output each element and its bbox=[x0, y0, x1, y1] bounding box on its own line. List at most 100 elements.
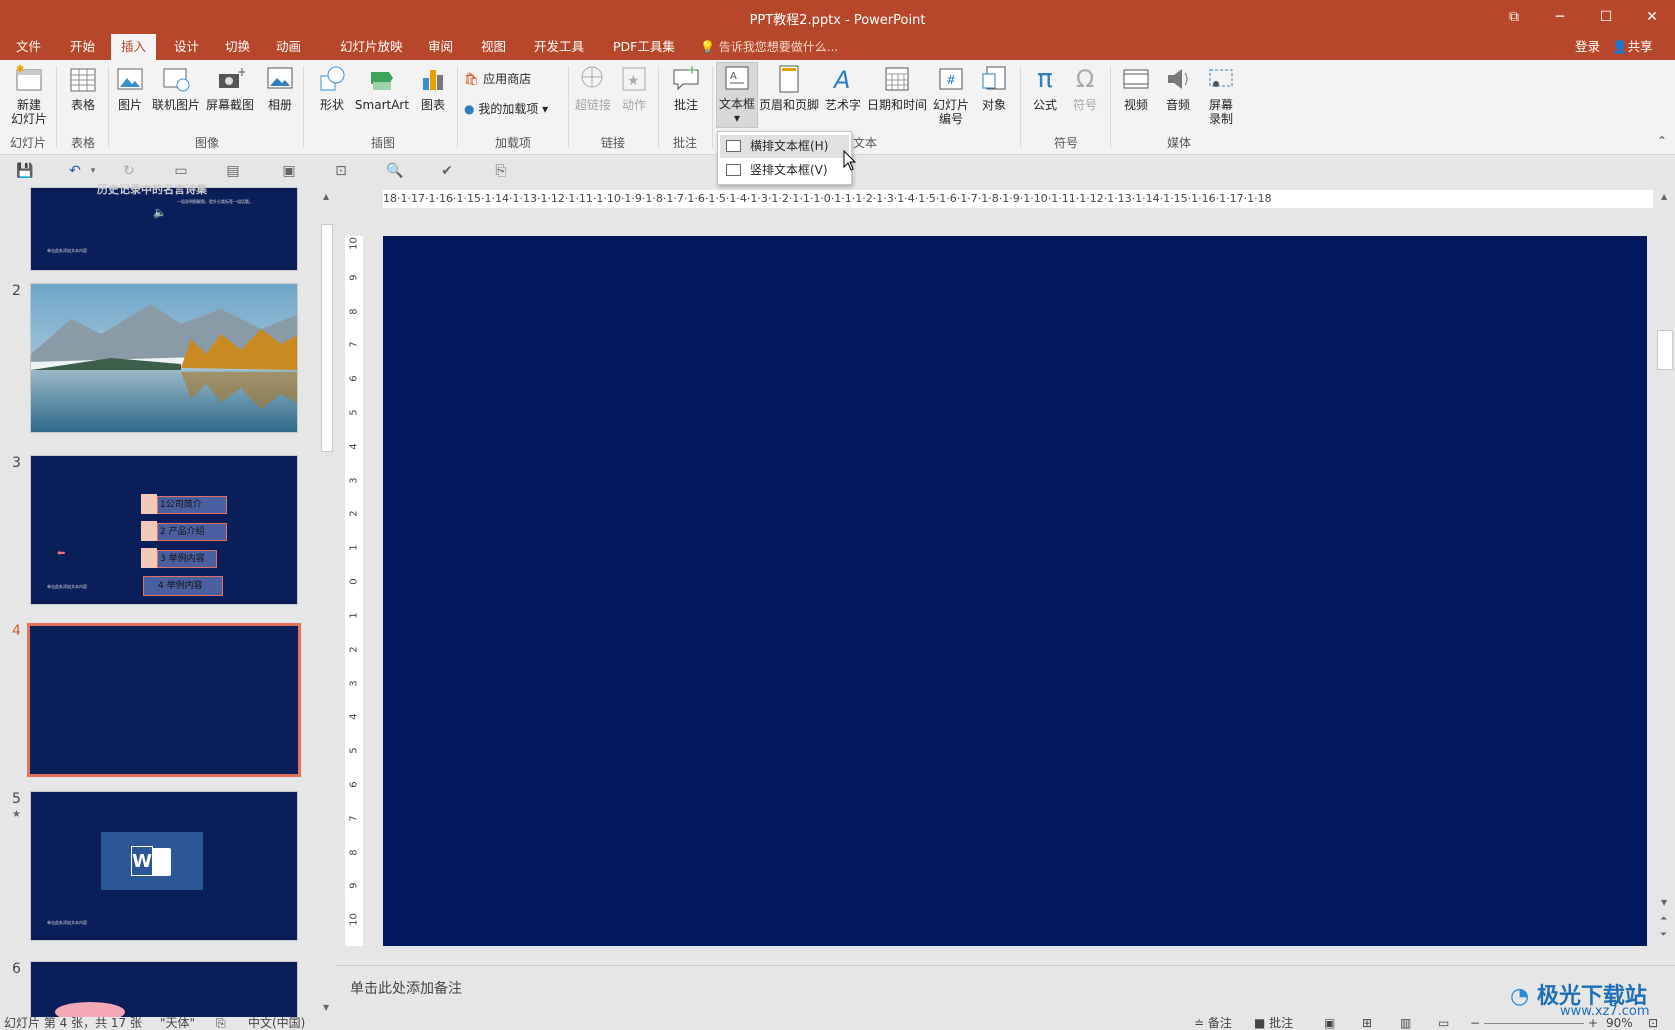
chevron-down-icon[interactable]: ▾ bbox=[84, 163, 102, 179]
comments-toggle[interactable]: ■ 批注 bbox=[1254, 1017, 1293, 1030]
tab-home[interactable]: 开始 bbox=[60, 34, 105, 60]
check-icon[interactable]: ✔ bbox=[438, 163, 456, 179]
textbox-label: 文本框 bbox=[718, 97, 755, 111]
landscape-image bbox=[31, 284, 297, 432]
tab-pdf-tools[interactable]: PDF工具集 bbox=[603, 34, 685, 60]
close-button[interactable]: ✕ bbox=[1629, 0, 1675, 34]
svg-text:✱: ✱ bbox=[16, 64, 24, 75]
album-button[interactable]: 相册 bbox=[262, 64, 298, 112]
slide-thumbnail-5[interactable]: W 单击此处添加文本内容 bbox=[30, 791, 298, 941]
equation-button[interactable]: π 公式 bbox=[1026, 64, 1064, 112]
ruler-tick-label: 8 bbox=[348, 848, 360, 856]
audio-button[interactable]: 音频 bbox=[1158, 64, 1198, 112]
slide-number: 3 bbox=[12, 455, 21, 471]
shapes-button[interactable]: 形状 bbox=[314, 64, 350, 112]
notes-toggle[interactable]: ≐ 备注 bbox=[1194, 1017, 1232, 1030]
comments-label: 批注 bbox=[1269, 1017, 1294, 1030]
header-footer-label: 页眉和页脚 bbox=[758, 98, 819, 112]
tab-view[interactable]: 视图 bbox=[471, 34, 516, 60]
save-icon[interactable]: 💾 bbox=[16, 163, 34, 179]
divider bbox=[303, 66, 304, 148]
picture-button[interactable]: 图片 bbox=[112, 64, 148, 112]
slide-thumbnail-2[interactable] bbox=[30, 283, 298, 433]
slide-sorter-icon[interactable]: ⊞ bbox=[1362, 1017, 1372, 1030]
ribbon-display-icon[interactable]: ⧉ bbox=[1491, 0, 1537, 34]
zoom-slider[interactable] bbox=[1484, 1023, 1584, 1024]
slide-icon[interactable]: ▭ bbox=[172, 163, 190, 179]
object-button[interactable]: 对象 bbox=[974, 64, 1014, 112]
slide-scrollbar[interactable]: ▲ ▼ ⏶ ⏷ bbox=[1655, 190, 1675, 950]
language-indicator[interactable]: 中文(中国) bbox=[248, 1017, 305, 1030]
export-icon[interactable]: ⎘ bbox=[492, 163, 510, 179]
slide-thumbnail-1[interactable]: 历史记录中的名言诗集 一组说明图解图，提升分类标签一组话题。 🔈 单击此处添加文… bbox=[30, 183, 298, 271]
normal-view-icon[interactable]: ▣ bbox=[1324, 1017, 1335, 1030]
action-button[interactable]: ★ 动作 bbox=[616, 64, 652, 112]
notes-pane[interactable]: 单击此处添加备注 bbox=[336, 965, 1675, 1015]
textbox-small-icon[interactable]: ▤ bbox=[224, 163, 242, 179]
ruler-tick-label: 4 bbox=[348, 443, 360, 450]
slideshow-view-icon[interactable]: ▭ bbox=[1438, 1017, 1449, 1030]
undo-icon[interactable]: ↶ bbox=[66, 163, 84, 179]
chevron-down-icon: ▾ bbox=[542, 102, 549, 116]
scroll-up-icon[interactable]: ▲ bbox=[1661, 192, 1667, 201]
textbox-button[interactable]: A 文本框 ▾ bbox=[716, 62, 758, 128]
wordart-button[interactable]: A 艺术字 bbox=[822, 64, 864, 112]
horizontal-textbox-label: 横排文本框(H) bbox=[750, 139, 829, 153]
minimize-button[interactable]: ─ bbox=[1537, 0, 1583, 34]
slide-thumbnail-4[interactable] bbox=[27, 623, 301, 777]
new-slide-button[interactable]: ✱ 新建 幻灯片 bbox=[8, 64, 50, 126]
my-addins-button[interactable]: ● 我的加载项 ▾ bbox=[464, 102, 564, 116]
online-picture-button[interactable]: 联机图片 bbox=[150, 64, 202, 112]
tab-slideshow[interactable]: 幻灯片放映 bbox=[330, 34, 413, 60]
slideshow-icon[interactable]: ▣ bbox=[280, 163, 298, 179]
hyperlink-button[interactable]: 超链接 bbox=[572, 64, 614, 112]
thumbnail-scrollbar[interactable]: ▲ ▼ bbox=[320, 192, 334, 1014]
scroll-thumb[interactable] bbox=[1657, 330, 1673, 370]
redo-icon[interactable]: ↻ bbox=[120, 163, 138, 179]
screenshot-button[interactable]: + 屏幕截图 bbox=[204, 64, 256, 112]
login-link[interactable]: 登录 bbox=[1575, 34, 1600, 60]
horizontal-textbox-item[interactable]: 横排文本框(H) bbox=[720, 135, 849, 158]
preview-icon[interactable]: 🔍 bbox=[386, 163, 404, 179]
previous-slide-icon[interactable]: ⏶ bbox=[1660, 914, 1667, 924]
scroll-down-icon[interactable]: ▼ bbox=[323, 1003, 329, 1012]
header-footer-button[interactable]: 页眉和页脚 bbox=[758, 64, 820, 112]
tab-file[interactable]: 文件 bbox=[6, 34, 51, 60]
tell-me-box[interactable]: 💡 告诉我您想要做什么... bbox=[700, 34, 838, 60]
next-slide-icon[interactable]: ⏷ bbox=[1660, 930, 1667, 940]
ruler-tick-label: 10 bbox=[348, 913, 360, 927]
screen-record-label: 屏幕 录制 bbox=[1208, 98, 1233, 126]
screen-record-button[interactable]: 屏幕 录制 bbox=[1200, 64, 1242, 126]
datetime-button[interactable]: 日期和时间 bbox=[866, 64, 928, 112]
table-button[interactable]: 表格 bbox=[62, 64, 104, 112]
present-icon[interactable]: ⊡ bbox=[332, 163, 350, 179]
comment-button[interactable]: + 批注 bbox=[666, 63, 706, 112]
scroll-thumb[interactable] bbox=[321, 224, 333, 452]
zoom-out-icon[interactable]: − bbox=[1470, 1017, 1480, 1030]
tab-animations[interactable]: 动画 bbox=[266, 34, 311, 60]
ruler-tick-label: 3 bbox=[348, 679, 360, 687]
slide-thumbnail-6[interactable] bbox=[30, 961, 298, 1022]
slide-canvas[interactable] bbox=[383, 236, 1647, 946]
share-button[interactable]: 👤共享 bbox=[1612, 34, 1674, 60]
slide-thumbnail-3[interactable]: 1公司简介 2 产品介绍 3 举例内容 4 举例内容 ⬅ 单击此处添加文本内容 bbox=[30, 455, 298, 605]
tab-insert[interactable]: 插入 bbox=[111, 34, 157, 60]
slide-number-button[interactable]: # 幻灯片 编号 bbox=[930, 64, 972, 126]
reading-view-icon[interactable]: ▥ bbox=[1400, 1017, 1411, 1030]
video-button[interactable]: 视频 bbox=[1116, 64, 1156, 112]
store-button[interactable]: 🛍 应用商店 bbox=[464, 72, 554, 86]
tab-review[interactable]: 审阅 bbox=[418, 34, 463, 60]
maximize-button[interactable]: ☐ bbox=[1583, 0, 1629, 34]
scroll-up-icon[interactable]: ▲ bbox=[323, 192, 329, 201]
tab-transitions[interactable]: 切换 bbox=[215, 34, 260, 60]
chart-button[interactable]: 图表 bbox=[415, 64, 451, 112]
tab-developer[interactable]: 开发工具 bbox=[524, 34, 594, 60]
symbol-button[interactable]: Ω 符号 bbox=[1066, 64, 1104, 112]
tab-design[interactable]: 设计 bbox=[164, 34, 209, 60]
scroll-down-icon[interactable]: ▼ bbox=[1661, 898, 1667, 907]
smartart-button[interactable]: SmartArt bbox=[352, 64, 412, 112]
spellcheck-icon[interactable]: ⎘ bbox=[216, 1017, 226, 1030]
vertical-textbox-item[interactable]: 竖排文本框(V) bbox=[720, 159, 849, 182]
collapse-ribbon-icon[interactable]: ⌃ bbox=[1657, 134, 1667, 148]
window-title: PPT教程2.pptx - PowerPoint bbox=[749, 13, 926, 28]
